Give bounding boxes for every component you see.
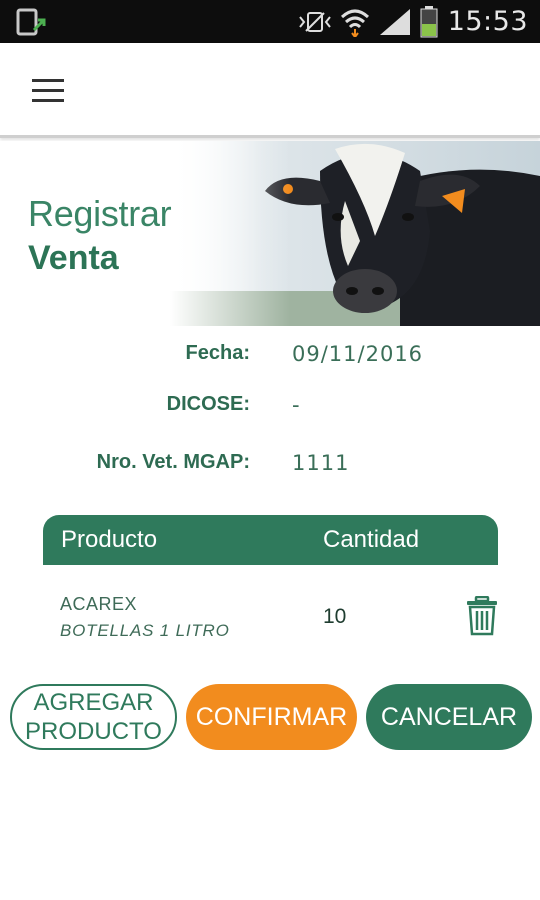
column-producto: Producto — [61, 526, 158, 553]
dicose-value: - — [292, 393, 301, 417]
dicose-label: DICOSE: — [166, 393, 250, 415]
product-description: BOTELLAS 1 LITRO — [60, 621, 230, 640]
vet-value: 1111 — [292, 451, 350, 475]
product-table-header: Producto Cantidad — [43, 515, 498, 565]
product-quantity: 10 — [323, 605, 347, 628]
fecha-label: Fecha: — [185, 342, 250, 364]
table-row: ACAREX BOTELLAS 1 LITRO 10 — [43, 580, 498, 650]
trash-icon[interactable] — [465, 596, 499, 636]
app-update-icon — [16, 8, 46, 36]
add-button-label-1: AGREGAR — [33, 689, 154, 716]
column-cantidad: Cantidad — [323, 526, 420, 553]
vet-row: Nro. Vet. MGAP: 1111 — [0, 451, 540, 483]
hero-banner: Registrar Venta — [0, 141, 540, 326]
status-icons: 15:53 — [290, 0, 528, 43]
fecha-value: 09/11/2016 — [292, 342, 424, 366]
title-line-2: Venta — [28, 239, 119, 277]
app-toolbar — [0, 43, 540, 138]
vet-label: Nro. Vet. MGAP: — [96, 451, 250, 473]
battery-icon — [420, 5, 438, 37]
add-product-button[interactable]: AGREGAR PRODUCTO — [10, 684, 177, 750]
clock: 15:53 — [447, 6, 528, 37]
status-bar: 15:53 — [0, 0, 540, 43]
product-name: ACAREX — [60, 594, 138, 614]
fecha-row: Fecha: 09/11/2016 — [0, 342, 540, 374]
dicose-row: DICOSE: - — [0, 393, 540, 425]
wifi-icon — [340, 9, 369, 37]
page-title: Registrar Venta — [28, 193, 172, 278]
title-line-1: Registrar — [28, 193, 172, 234]
vibrate-icon — [298, 11, 331, 32]
app-screen: 15:53 Registrar Venta Fecha: 09/11/2016 … — [0, 0, 540, 900]
signal-icon — [379, 8, 410, 35]
confirm-button[interactable]: CONFIRMAR — [186, 684, 357, 750]
cow-image — [170, 141, 540, 326]
menu-icon[interactable] — [22, 71, 74, 111]
cancel-button[interactable]: CANCELAR — [366, 684, 532, 750]
add-button-label-2: PRODUCTO — [25, 718, 162, 745]
